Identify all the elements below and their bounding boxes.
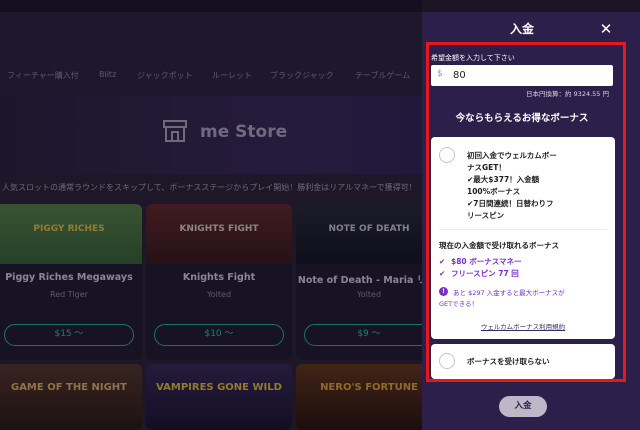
deposit-panel: 入金 ✕ 希望金額を入力して下さい $ 日本円換算：約 9324.55 円 今な… — [422, 12, 640, 430]
info-text: あと $297 入金すると最大ボーナスが — [453, 289, 565, 297]
screen: フィーチャー購入付 Blitz ジャックポット ルーレット ブラックジャック テ… — [0, 0, 640, 430]
panel-title: 入金 — [509, 22, 534, 36]
current-bonus-title: 現在の入金額で受け取れるボーナス — [439, 241, 559, 250]
current-bonus-item: ✔ $80 ボーナスマネー — [439, 257, 522, 266]
check-icon: ✔ — [439, 257, 446, 266]
no-bonus-label: ボーナスを受け取らない — [467, 357, 550, 366]
bonus-line: ✔7日間連続！日替わりフ — [467, 199, 554, 208]
bonus-line: ✔最大$377！入金額 — [467, 175, 540, 184]
amount-field[interactable]: $ — [431, 65, 613, 86]
welcome-bonus-radio[interactable] — [439, 147, 455, 163]
bonus-line: リースピン — [467, 211, 505, 220]
welcome-bonus-option[interactable]: 初回入金でウェルカムボー ナスGET！ ✔最大$377！入金額 100%ボーナス… — [431, 137, 615, 339]
info-icon: ! — [439, 287, 448, 296]
amount-label: 希望金額を入力して下さい — [431, 54, 515, 62]
terms-link[interactable]: ウェルカムボーナス利用規約 — [431, 321, 615, 331]
close-icon[interactable]: ✕ — [598, 21, 614, 37]
info-text: GETできる！ — [439, 300, 478, 308]
bonus-line: 100%ボーナス — [467, 187, 521, 196]
current-bonus-item: ✔ フリースピン 77 回 — [439, 269, 519, 278]
amount-input[interactable] — [453, 67, 603, 84]
yen-conversion: 日本円換算：約 9324.55 円 — [525, 90, 609, 98]
currency-symbol: $ — [437, 69, 443, 79]
bonus-line: ナスGET！ — [467, 163, 506, 172]
bonus-line: 初回入金でウェルカムボー — [467, 151, 557, 160]
bonus-heading: 今ならもらえるお得なボーナス — [455, 113, 589, 124]
check-icon: ✔ — [439, 269, 446, 278]
no-bonus-option[interactable]: ボーナスを受け取らない — [431, 344, 615, 379]
modal-overlay[interactable] — [0, 0, 422, 430]
no-bonus-radio[interactable] — [439, 353, 455, 369]
deposit-button[interactable]: 入金 — [499, 396, 547, 417]
divider — [439, 229, 607, 230]
